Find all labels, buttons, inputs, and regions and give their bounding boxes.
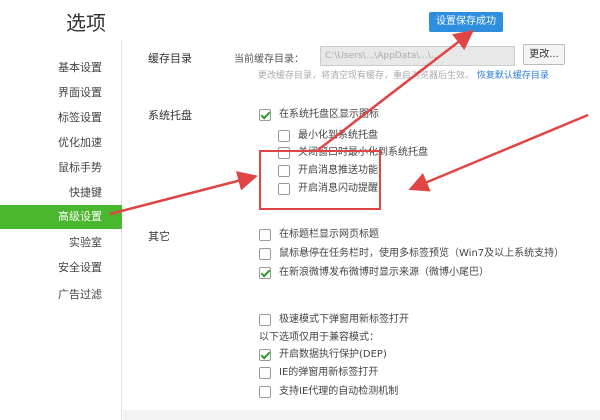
sidebar-item-security[interactable]: 安全设置: [0, 256, 122, 280]
save-success-toast: 设置保存成功: [429, 12, 503, 32]
main-panel: 缓存目录 当前缓存目录： C:\Users\...\AppData\...\..…: [123, 40, 600, 420]
compat-heading: 以下选项仅用于兼容模式：: [259, 332, 379, 343]
checkbox[interactable]: [259, 109, 271, 121]
checkbox[interactable]: [259, 314, 271, 326]
sidebar-item-advanced[interactable]: 高级设置: [0, 205, 122, 229]
cache-hint: 更改缓存目录，将清空现有缓存，重启浏览器后生效。 恢复默认缓存目录: [258, 68, 549, 81]
sidebar-item-basic[interactable]: 基本设置: [0, 56, 122, 80]
checkbox[interactable]: [259, 229, 271, 241]
cache-section-label: 缓存目录: [148, 52, 192, 65]
sidebar-item-optimize[interactable]: 优化加速: [0, 131, 122, 155]
sidebar-item-shortcuts[interactable]: 快捷键: [0, 181, 122, 205]
tray-section-label: 系统托盘: [148, 109, 192, 122]
checkbox[interactable]: [259, 248, 271, 260]
checkbox[interactable]: [259, 267, 271, 279]
cache-path-field[interactable]: C:\Users\...\AppData\...\...: [320, 46, 515, 66]
bottom-scroll-area[interactable]: [123, 410, 600, 420]
sidebar-item-lab[interactable]: 实验室: [0, 231, 122, 255]
checkbox[interactable]: [259, 386, 271, 398]
current-cache-label: 当前缓存目录：: [234, 54, 304, 65]
other-section-label: 其它: [148, 230, 170, 243]
sidebar: 基本设置 界面设置 标签设置 优化加速 鼠标手势 快捷键 高级设置 实验室 安全…: [0, 40, 122, 420]
sidebar-item-mouse-gesture[interactable]: 鼠标手势: [0, 156, 122, 180]
sidebar-item-adblock[interactable]: 广告过滤: [0, 283, 122, 307]
sidebar-item-tabs[interactable]: 标签设置: [0, 106, 122, 130]
page-title: 选项: [66, 11, 106, 35]
highlight-box: [259, 150, 381, 210]
restore-default-cache-link[interactable]: 恢复默认缓存目录: [477, 71, 549, 81]
checkbox[interactable]: [259, 367, 271, 379]
checkbox[interactable]: [259, 349, 271, 361]
sidebar-item-interface[interactable]: 界面设置: [0, 81, 122, 105]
header: 选项 设置保存成功: [0, 0, 600, 40]
checkbox[interactable]: [278, 130, 290, 142]
change-cache-button[interactable]: 更改...: [523, 44, 565, 65]
cache-hint-text: 更改缓存目录，将清空现有缓存，重启浏览器后生效。: [258, 71, 475, 81]
